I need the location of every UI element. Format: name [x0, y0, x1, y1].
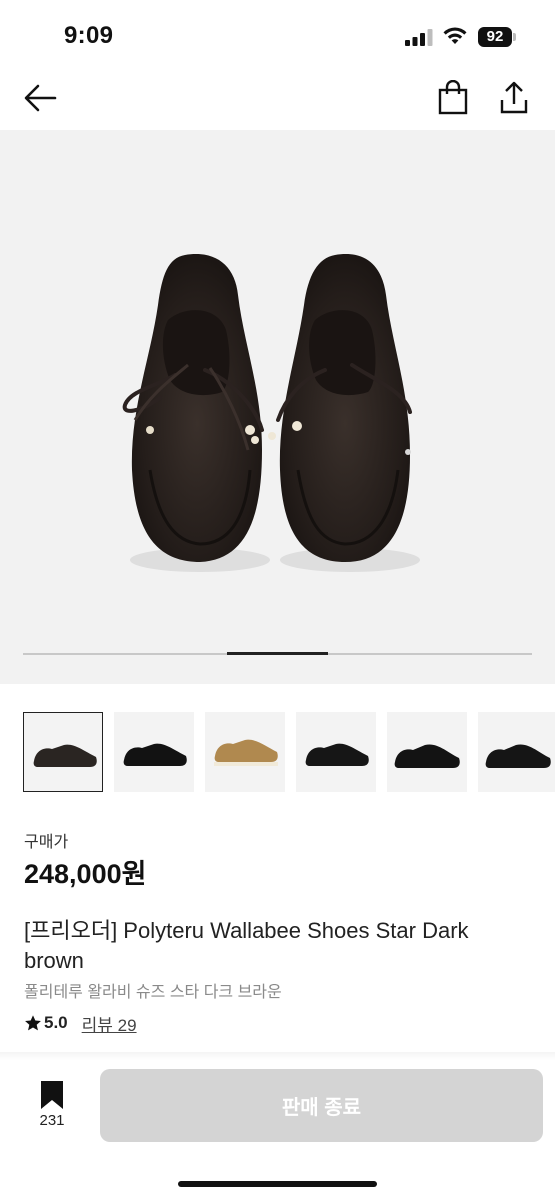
- thumbnail-4[interactable]: [296, 712, 376, 792]
- bookmark-button[interactable]: 231: [30, 1078, 74, 1134]
- bookmark-icon: [41, 1081, 63, 1109]
- price-value: 248,000원: [24, 859, 147, 889]
- back-arrow-icon[interactable]: [22, 82, 58, 114]
- bottom-bar-divider: [0, 1052, 555, 1060]
- rating-value: 5.0: [44, 1013, 68, 1032]
- status-bar: 9:09 92: [0, 0, 555, 70]
- review-link[interactable]: 리뷰 29: [82, 1011, 137, 1036]
- thumbnail-6[interactable]: [478, 712, 555, 792]
- star-icon: [25, 1015, 41, 1031]
- thumbnail-strip[interactable]: [23, 712, 555, 792]
- thumbnail-2[interactable]: [114, 712, 194, 792]
- wifi-icon: [443, 27, 467, 44]
- shopping-bag-icon[interactable]: [437, 80, 469, 116]
- battery-icon: 92: [478, 27, 516, 47]
- share-icon[interactable]: [498, 80, 530, 116]
- signal-icon: [405, 29, 433, 46]
- thumbnail-1[interactable]: [23, 712, 103, 792]
- thumbnail-3[interactable]: [205, 712, 285, 792]
- product-image-gallery[interactable]: [0, 130, 555, 684]
- home-indicator: [178, 1181, 377, 1187]
- rating-row: 5.0 리뷰 29: [24, 1011, 137, 1035]
- nav-bar: [0, 70, 555, 130]
- product-photo: [122, 254, 420, 572]
- thumbnail-5[interactable]: [387, 712, 467, 792]
- sold-out-button[interactable]: 판매 종료: [100, 1069, 543, 1142]
- product-title: [프리오더] Polyteru Wallabee Shoes Star Dark…: [24, 918, 469, 973]
- battery-level: 92: [478, 27, 512, 47]
- price-label: 구매가: [24, 834, 69, 851]
- status-time: 9:09: [64, 22, 114, 49]
- carousel-progress-indicator: [227, 652, 328, 655]
- bookmark-count: 231: [39, 1112, 65, 1129]
- carousel-progress: [23, 652, 532, 655]
- product-subtitle: 폴리테루 왈라비 슈즈 스타 다크 브라운: [24, 984, 282, 1001]
